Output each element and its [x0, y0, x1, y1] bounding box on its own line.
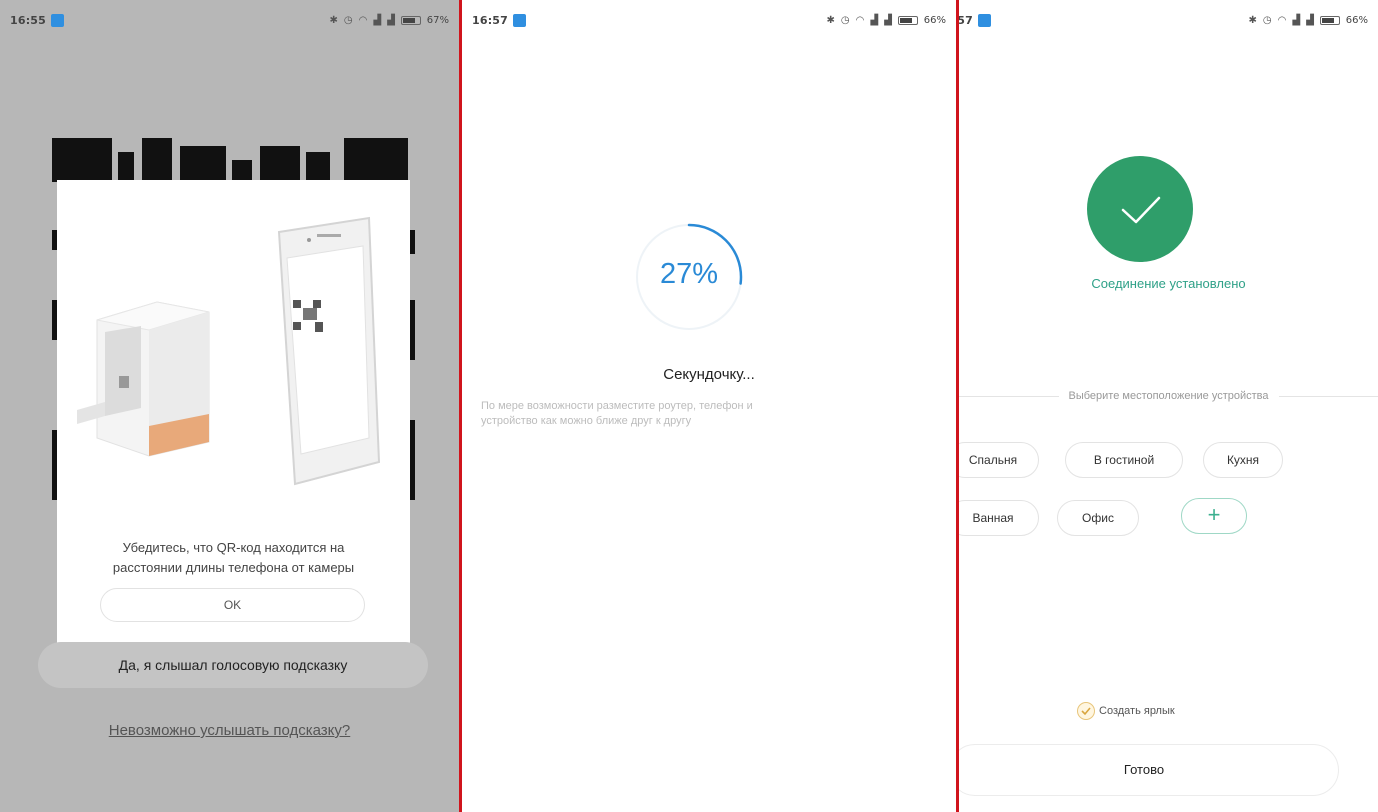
status-bar: 16:57 ✱ ◷ ◠ ▟ ▟ 66% — [959, 0, 1378, 40]
status-time: 16:57 — [472, 13, 509, 27]
add-location-button[interactable]: + — [1181, 498, 1247, 534]
success-check-icon — [1087, 156, 1193, 262]
signal-icon: ▟ — [1306, 14, 1314, 26]
camera-and-phone-illustration — [77, 216, 381, 486]
status-bar: 16:57 ✱ ◷ ◠ ▟ ▟ 66% — [462, 0, 956, 40]
location-chip-living-room[interactable]: В гостиной — [1065, 442, 1183, 478]
battery-percent: 66% — [923, 14, 946, 26]
done-button[interactable]: Готово — [959, 744, 1339, 796]
bluetooth-icon: ✱ — [826, 14, 835, 26]
screen-connecting: 16:57 ✱ ◷ ◠ ▟ ▟ 66% 27% Секундочку... По… — [462, 0, 956, 812]
screen-qr-scan: 16:55 ✱ ◷ ◠ ▟ ▟ 67% Убедитесь, что QR-ко… — [0, 0, 459, 812]
app-notification-icon — [51, 13, 65, 27]
status-bar: 16:55 ✱ ◷ ◠ ▟ ▟ 67% — [0, 0, 459, 40]
divider-line — [1278, 395, 1378, 397]
signal-icon: ▟ — [387, 14, 395, 26]
location-chip-office[interactable]: Офис — [1057, 500, 1139, 536]
dialog-message-line: расстоянии длины телефона от камеры — [112, 560, 355, 575]
placement-hint-line: устройство как можно ближе друг к другу — [481, 415, 692, 427]
signal-icon: ▟ — [373, 14, 382, 26]
battery-percent: 67% — [426, 14, 449, 26]
status-time: 16:55 — [10, 13, 47, 27]
alarm-icon: ◷ — [840, 14, 850, 26]
location-chip-bedroom[interactable]: Спальня — [959, 442, 1039, 478]
wifi-icon: ◠ — [1277, 14, 1287, 26]
battery-percent: 66% — [1345, 14, 1368, 26]
screen-connected: 16:57 ✱ ◷ ◠ ▟ ▟ 66% Соединение установле… — [959, 0, 1378, 812]
progress-percent: 27% — [659, 258, 719, 290]
checkmark-icon[interactable] — [1077, 702, 1095, 720]
location-chip-bathroom[interactable]: Ванная — [959, 500, 1039, 536]
wait-message: Секундочку... — [663, 366, 755, 383]
create-shortcut-label: Создать ярлык — [1099, 705, 1175, 717]
bluetooth-icon: ✱ — [329, 14, 338, 26]
alarm-icon: ◷ — [1262, 14, 1272, 26]
signal-icon: ▟ — [884, 14, 892, 26]
heard-voice-prompt-button[interactable]: Да, я слышал голосовую подсказку — [38, 642, 428, 688]
dialog-message: Убедитесь, что QR-код находится на расст… — [57, 538, 410, 578]
status-time: 16:57 — [959, 13, 974, 27]
dialog-message-line: Убедитесь, что QR-код находится на — [122, 540, 345, 555]
battery-icon — [400, 15, 421, 25]
connection-established-text: Соединение установлено — [1091, 276, 1246, 291]
battery-icon — [897, 15, 918, 25]
qr-distance-dialog: Убедитесь, что QR-код находится на расст… — [57, 180, 410, 650]
battery-icon — [1319, 15, 1340, 25]
app-notification-icon — [978, 13, 992, 27]
location-chip-kitchen[interactable]: Кухня — [1203, 442, 1283, 478]
app-notification-icon — [513, 13, 527, 27]
wifi-icon: ◠ — [358, 14, 368, 26]
divider-line — [959, 395, 1059, 397]
location-prompt-row: Выберите местоположение устройства — [959, 390, 1378, 402]
signal-icon: ▟ — [870, 14, 879, 26]
cant-hear-prompt-link[interactable]: Невозможно услышать подсказку? — [0, 722, 459, 739]
ok-button[interactable]: OK — [100, 588, 365, 622]
location-prompt: Выберите местоположение устройства — [1068, 390, 1269, 402]
signal-icon: ▟ — [1292, 14, 1301, 26]
create-shortcut-option[interactable]: Создать ярлык — [1077, 702, 1175, 720]
wifi-icon: ◠ — [855, 14, 865, 26]
placement-hint: По мере возможности разместите роутер, т… — [481, 399, 911, 429]
placement-hint-line: По мере возможности разместите роутер, т… — [481, 400, 753, 412]
bluetooth-icon: ✱ — [1248, 14, 1257, 26]
alarm-icon: ◷ — [343, 14, 353, 26]
